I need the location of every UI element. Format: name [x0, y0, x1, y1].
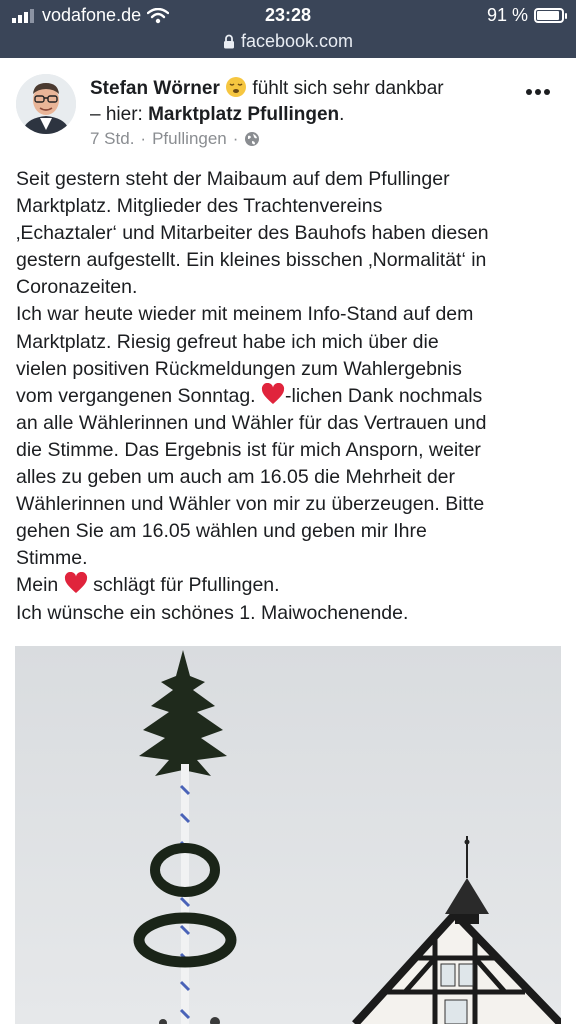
avatar-image	[16, 74, 76, 134]
relieved-face-icon	[226, 77, 247, 97]
avatar[interactable]	[16, 74, 76, 134]
battery-percent: 91 %	[486, 5, 528, 25]
more-options-button[interactable]	[526, 82, 554, 95]
post-text: Seit gestern steht der Maibaum auf dem P…	[16, 166, 566, 627]
post-time[interactable]: 7 Std.	[90, 129, 134, 149]
status-bar: vodafone.de 23:28 91 % facebook.com	[0, 0, 576, 58]
battery-group: 91 %	[486, 5, 567, 26]
post-header: Stefan Wörner fühlt sich sehr dankbar – …	[0, 60, 576, 160]
post-line: Coronazeiten.	[16, 276, 138, 299]
more-dot	[535, 89, 541, 95]
more-dot	[544, 89, 550, 95]
post-line: vielen positiven Rückmeldungen zum Wahle…	[16, 357, 462, 380]
line-9-before: vom vergangenen Sonntag.	[16, 384, 256, 407]
location-link[interactable]: Marktplatz Pfullingen	[148, 104, 339, 125]
address-bar[interactable]: facebook.com	[0, 31, 576, 52]
post-line: gestern aufgestellt. Ein kleines bissche…	[16, 249, 487, 272]
post-header-text: Stefan Wörner fühlt sich sehr dankbar – …	[90, 76, 510, 128]
location-suffix: .	[339, 104, 345, 125]
post-line: Mein schlägt für Pfullingen.	[16, 572, 566, 599]
line-9-after: -lichen Dank nochmals	[285, 384, 483, 407]
line-16-after: schlägt für Pfullingen.	[93, 574, 280, 597]
post-line: gehen Sie am 16.05 wählen und geben mir …	[16, 520, 427, 543]
globe-icon	[245, 132, 260, 146]
meta-separator-2: ·	[232, 129, 239, 148]
heart-icon	[262, 382, 285, 404]
post-line: vom vergangenen Sonntag. -lichen Dank no…	[16, 382, 566, 410]
location-prefix: – hier:	[90, 104, 143, 125]
post-line: Ich war heute wieder mit meinem Info-Sta…	[16, 303, 474, 326]
post-line: ‚Echaztaler‘ und Mitarbeiter des Bauhofs…	[16, 222, 489, 245]
post-line: Seit gestern steht der Maibaum auf dem P…	[16, 168, 450, 190]
post-photo[interactable]	[15, 646, 561, 1024]
post-line: die Stimme. Das Ergebnis ist für mich An…	[16, 438, 481, 461]
post-line: Marktplatz. Mitglieder des Trachtenverei…	[16, 195, 383, 218]
line-16-before: Mein	[16, 574, 59, 597]
post-line: alles zu geben um auch am 16.05 die Mehr…	[16, 466, 456, 489]
more-dots-icon	[526, 89, 532, 95]
post-line: an alle Wählerinnen und Wähler für das V…	[16, 411, 487, 434]
post-line: Marktplatz. Riesig gefreut habe ich mich…	[16, 330, 439, 353]
heart-icon	[64, 572, 87, 594]
feeling-text: fühlt sich sehr dankbar	[252, 78, 444, 99]
url-text: facebook.com	[240, 31, 354, 51]
post-line: Wählerinnen und Wähler von mir zu überze…	[16, 493, 485, 516]
maypole-photo	[15, 646, 561, 1024]
battery-icon	[534, 8, 567, 23]
lock-icon	[223, 34, 234, 49]
author-name[interactable]: Stefan Wörner	[90, 78, 220, 99]
post-place[interactable]: Pfullingen	[152, 129, 227, 149]
post-meta: 7 Std. · Pfullingen ·	[90, 129, 260, 149]
meta-separator: ·	[140, 129, 147, 148]
post-line: Ich wünsche ein schönes 1. Maiwochenende…	[16, 601, 409, 624]
post-line: Stimme.	[16, 547, 88, 570]
